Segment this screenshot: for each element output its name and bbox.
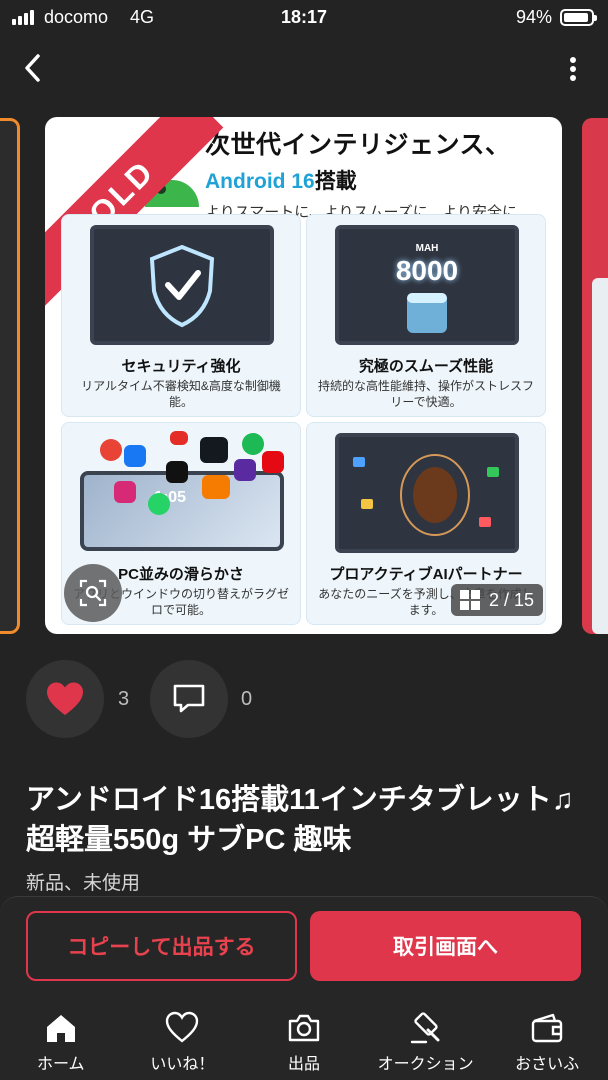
chevron-left-icon [25,54,40,82]
like-count: 3 [118,688,130,710]
tab-auction[interactable]: オークション [365,1004,487,1080]
app-icon [100,439,122,461]
youtube-icon [170,431,188,445]
feature-tile-security: セキュリティ強化 リアルタイム不審検知&高度な制御機能。 [61,214,301,417]
status-bar: docomo 4G 18:17 94% [0,0,608,36]
back-button[interactable] [18,50,50,86]
more-vertical-icon [570,57,576,81]
wallet-icon [531,1013,563,1043]
trade-screen-button[interactable]: 取引画面へ [310,911,581,981]
next-image-card[interactable] [582,118,608,634]
tablet-apps-screen: 1:05 [80,471,284,551]
like-button[interactable] [26,660,104,738]
hbo-icon [234,459,256,481]
battery-cylinder-icon [407,293,447,333]
android-version: Android 16 [205,170,315,193]
tab-label: 出品 [287,1056,320,1073]
image-android-line: Android 16搭載 [205,165,517,195]
feature-desc: 持続的な高性能維持、操作がストレスフリーで快適。 [317,379,534,409]
feature-tile-performance: MAH 8000 究極のスムーズ性能 持続的な高性能維持、操作がストレスフリーで… [306,214,546,417]
feature-title: セキュリティ強化 [121,358,241,375]
tab-bar: ホーム いいね！ 出品 オークション おさいふ [0,1004,608,1080]
battery-percent: 94% [515,7,552,27]
tab-home[interactable]: ホーム [0,1004,122,1080]
tab-label: おさいふ [515,1056,580,1073]
facebook-icon [124,445,146,467]
tab-label: ホーム [37,1056,85,1073]
tablet-screen [335,433,519,553]
previous-image-card[interactable] [0,118,20,634]
netflix-icon [262,451,284,473]
item-condition: 新品、未使用 [26,873,141,894]
feature-title: 究極のスムーズ性能 [358,358,494,375]
tablet-screen: MAH 8000 [335,225,519,345]
camera-icon [288,1014,320,1042]
image-zoom-button[interactable] [64,564,122,622]
tab-wallet[interactable]: おさいふ [486,1004,608,1080]
battery-icon [560,9,597,26]
feature-desc: リアルタイム不審検知&高度な制御機能。 [81,379,281,409]
battery-unit: MAH [415,243,439,254]
product-image[interactable]: 次世代インテリジェンス、 Android 16搭載 よりスマートに、よりスムーズ… [45,117,562,634]
image-headline: 次世代インテリジェンス、 [205,131,511,159]
comment-button[interactable] [150,660,228,738]
whatsapp-icon [148,493,170,515]
feature-title: プロアクティブAIパートナー [329,566,523,583]
gavel-icon [410,1012,440,1044]
image-headline-block: 次世代インテリジェンス、 Android 16搭載 よりスマートに、よりスムーズ… [205,125,517,222]
comment-count: 0 [241,688,253,710]
item-title: アンドロイド16搭載11インチタブレット♫ 超軽量550g サブPC 趣味 [26,784,574,856]
tablet-screen [90,225,274,345]
page-indicator-text: 2 / 15 [489,589,535,610]
grid-icon [460,590,480,610]
spotify-icon [242,433,264,455]
battery-capacity: 8000 [395,255,459,286]
tab-likes[interactable]: いいね！ [122,1004,244,1080]
more-options-button[interactable] [568,56,578,82]
heart-outline-icon [166,1011,199,1043]
copy-listing-button[interactable]: コピーして出品する [26,911,297,981]
tab-sell[interactable]: 出品 [243,1004,365,1080]
comment-icon [173,684,205,713]
ai-head-icon [353,454,499,536]
android-suffix: 搭載 [314,170,357,193]
temu-icon [202,475,230,499]
scan-search-icon [79,579,107,607]
instagram-icon [114,481,136,503]
tab-label: いいね！ [150,1056,215,1073]
tiktok-icon [166,461,188,483]
home-icon [46,1015,75,1042]
tab-label: オークション [377,1056,474,1073]
image-page-indicator[interactable]: 2 / 15 [451,584,543,616]
heart-icon [47,682,83,715]
shield-icon [149,244,215,328]
hulu-icon [200,437,228,463]
